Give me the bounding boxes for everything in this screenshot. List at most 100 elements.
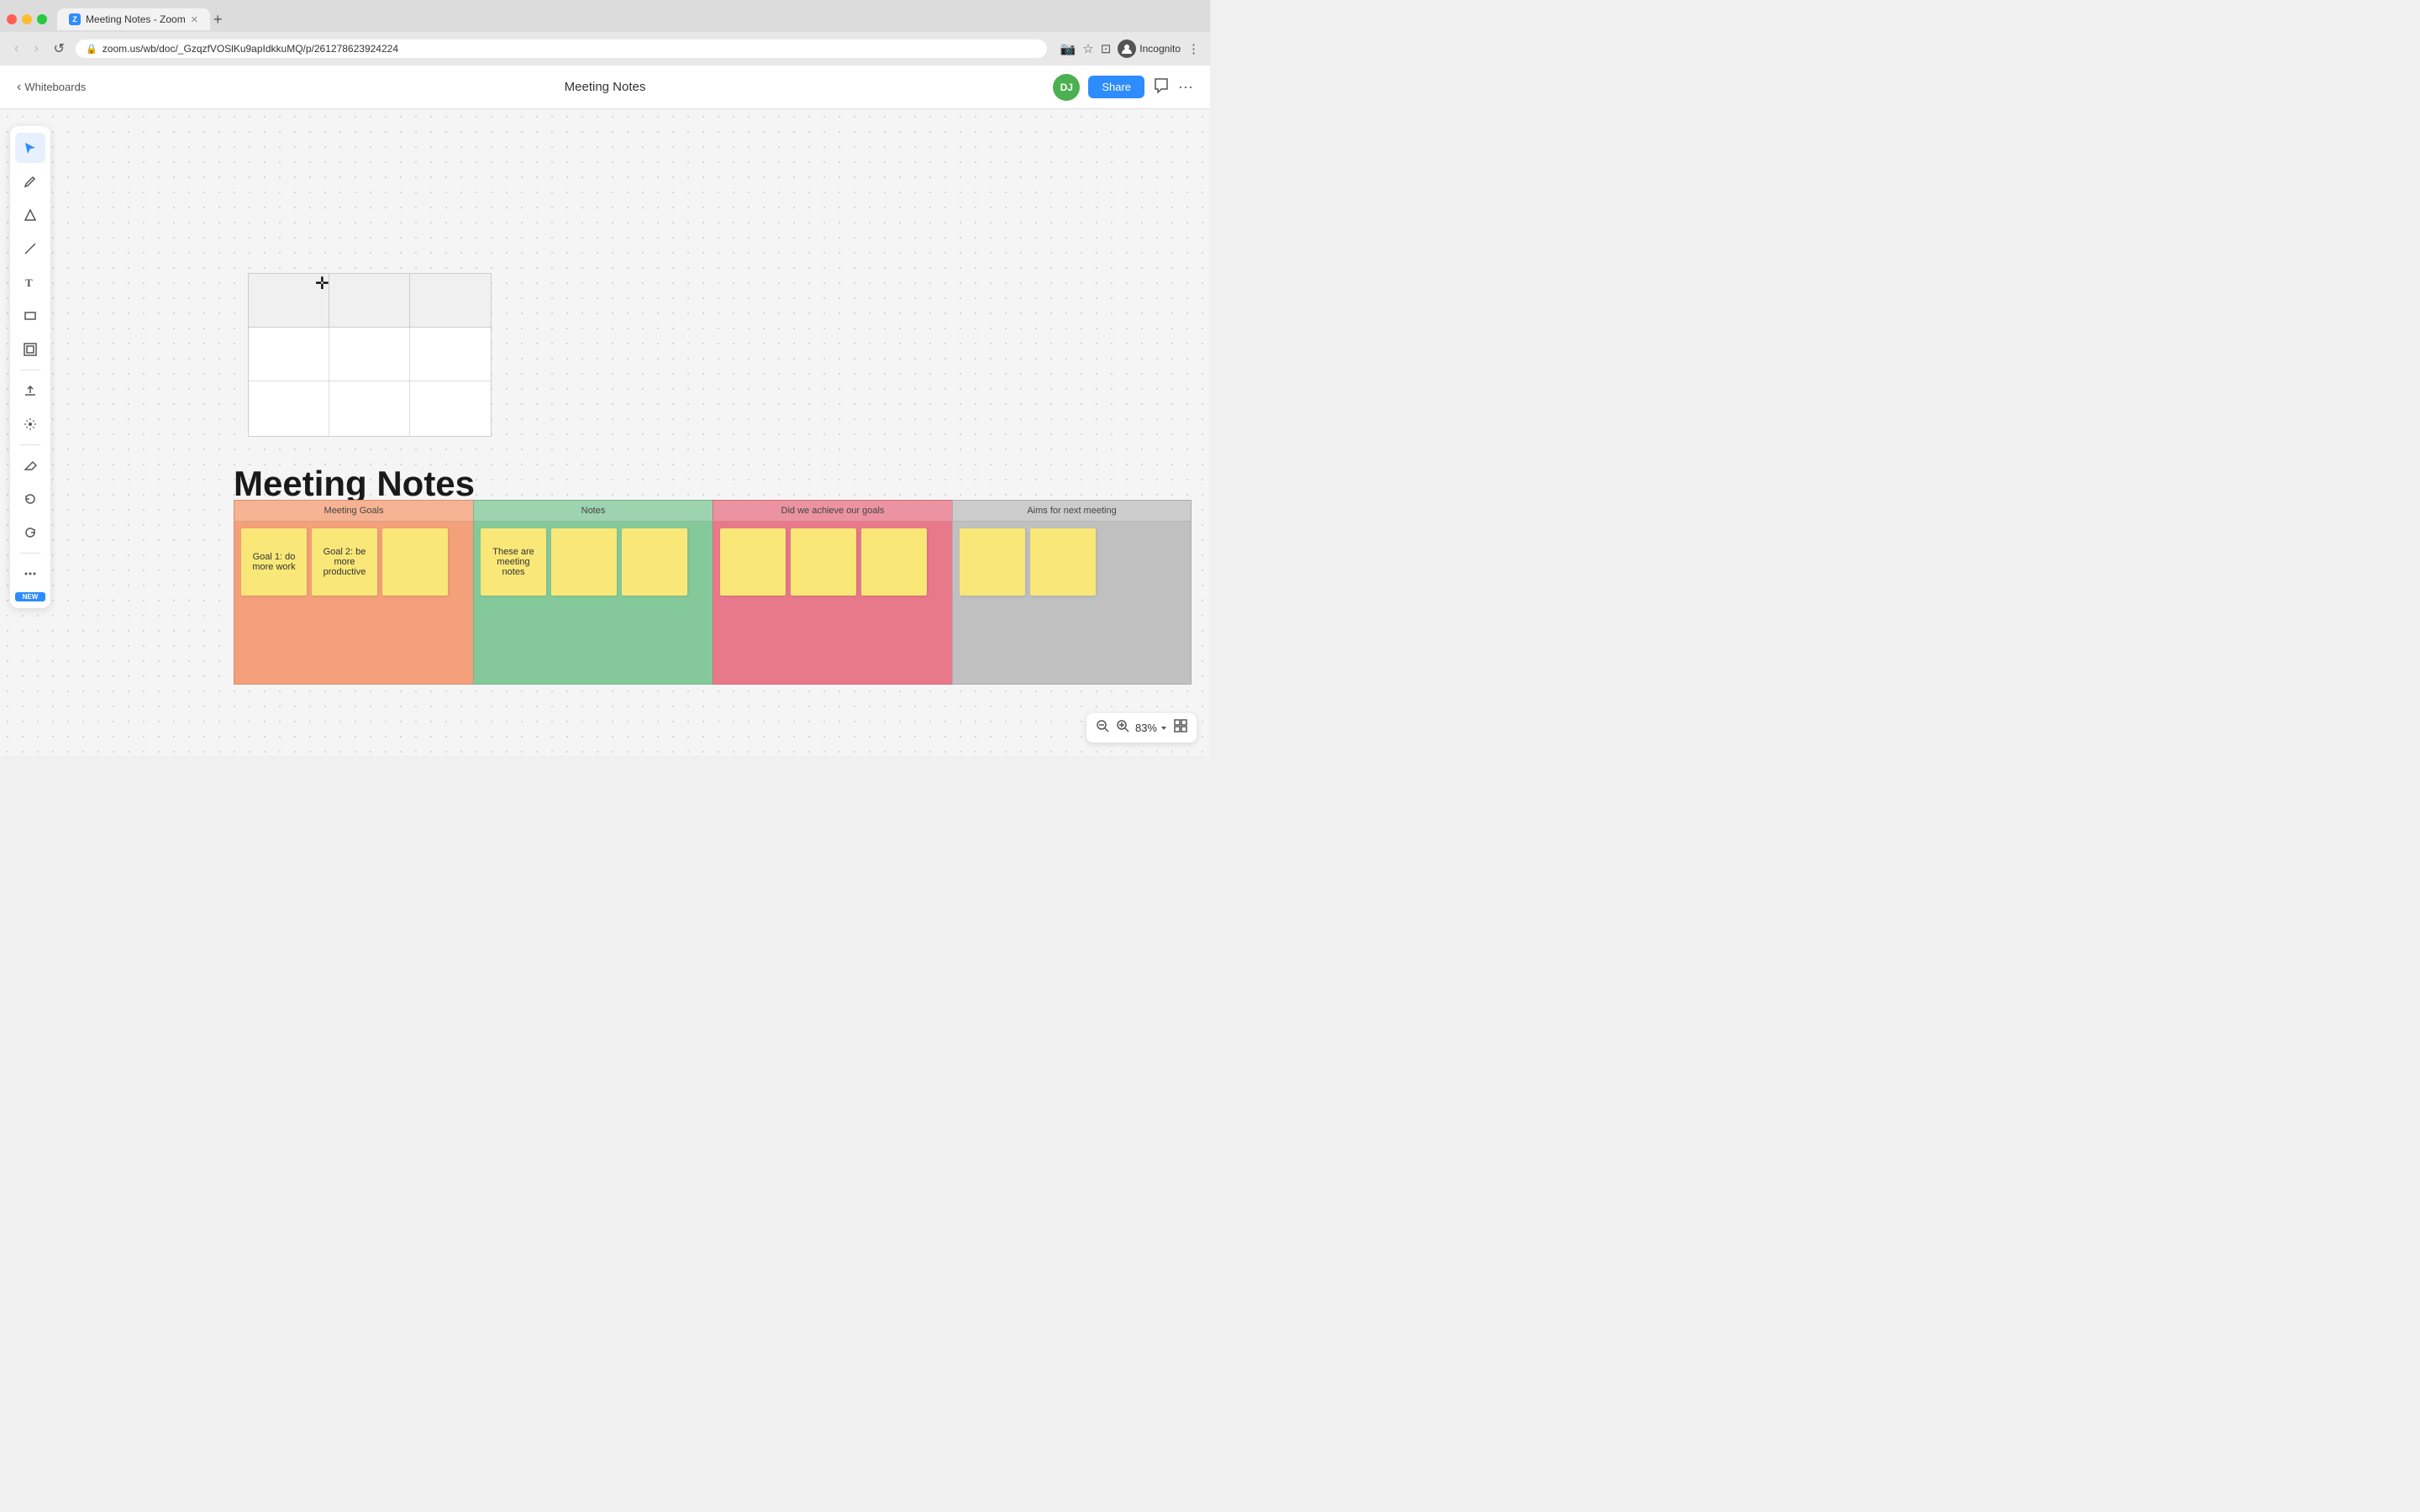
split-view-icon[interactable]: ⊡: [1101, 41, 1112, 56]
comment-button[interactable]: [1153, 76, 1170, 97]
document-title: Meeting Notes: [565, 80, 646, 94]
meeting-goals-section: Meeting Goals Goal 1: do more work Goal …: [234, 500, 473, 685]
aims-cards: [953, 522, 1191, 684]
table-cell-2-1[interactable]: [249, 381, 329, 436]
select-tool-button[interactable]: [15, 133, 45, 163]
meeting-goals-cards: Goal 1: do more work Goal 2: be more pro…: [234, 522, 473, 684]
browser-chrome: Z Meeting Notes - Zoom ✕ + ‹ › ↺ 🔒 zoom.…: [0, 0, 1210, 66]
text-tool-button[interactable]: T: [15, 267, 45, 297]
header-actions: DJ Share ···: [1053, 74, 1193, 101]
achievements-header: Did we achieve our goals: [713, 501, 952, 522]
upload-tool-button[interactable]: [15, 375, 45, 406]
back-label: Whiteboards: [24, 81, 86, 93]
achievements-section: Did we achieve our goals: [713, 500, 952, 685]
camera-off-icon[interactable]: 📷: [1060, 41, 1076, 56]
table-row-2: [249, 381, 491, 436]
table-cell-1-3[interactable]: [410, 328, 491, 381]
table-header-cell-1: [249, 274, 329, 327]
line-tool-button[interactable]: [15, 234, 45, 264]
meeting-goals-header: Meeting Goals: [234, 501, 473, 522]
forward-button[interactable]: ›: [29, 39, 42, 58]
redo-button[interactable]: [15, 517, 45, 548]
canvas-content: ✛ Meeting Notes Meeting Goals Goal 1: do…: [0, 109, 1210, 756]
browser-menu-button[interactable]: ⋮: [1187, 41, 1200, 56]
goal-card-1[interactable]: Goal 1: do more work: [241, 528, 307, 596]
tab-title: Meeting Notes - Zoom: [86, 13, 186, 25]
grid-view-button[interactable]: [1173, 718, 1188, 738]
traffic-lights: [7, 14, 47, 24]
zoom-out-button[interactable]: [1095, 718, 1110, 738]
aims-section: Aims for next meeting: [952, 500, 1192, 685]
notes-header: Notes: [474, 501, 713, 522]
canvas-area: T: [0, 109, 1210, 756]
rectangle-tool-button[interactable]: [15, 301, 45, 331]
zoom-level-display[interactable]: 83%: [1135, 722, 1168, 734]
aims-header: Aims for next meeting: [953, 501, 1191, 522]
user-avatar[interactable]: DJ: [1053, 74, 1080, 101]
close-traffic-light[interactable]: [7, 14, 17, 24]
tab-bar: Z Meeting Notes - Zoom ✕ +: [0, 0, 1210, 32]
back-arrow-icon: ‹: [17, 80, 21, 95]
draw-tool-button[interactable]: [15, 166, 45, 197]
table-widget[interactable]: [248, 273, 492, 437]
shape-tool-button[interactable]: [15, 200, 45, 230]
more-tools-button[interactable]: [15, 559, 45, 589]
table-cell-2-2[interactable]: [329, 381, 410, 436]
achievement-card-3[interactable]: [861, 528, 927, 596]
incognito-button[interactable]: Incognito: [1118, 39, 1181, 58]
achievements-cards: [713, 522, 952, 684]
note-card-2[interactable]: [551, 528, 617, 596]
table-body: [249, 328, 491, 436]
note-card-3[interactable]: [622, 528, 687, 596]
address-bar[interactable]: 🔒 zoom.us/wb/doc/_GzqzfVOSlKu9apIdkkuMQ/…: [76, 39, 1047, 58]
incognito-label: Incognito: [1139, 43, 1181, 55]
tab-close-button[interactable]: ✕: [191, 14, 198, 25]
zoom-controls: 83%: [1086, 713, 1197, 743]
goal-card-2[interactable]: Goal 2: be more productive: [312, 528, 377, 596]
address-bar-row: ‹ › ↺ 🔒 zoom.us/wb/doc/_GzqzfVOSlKu9apId…: [0, 32, 1210, 66]
table-cell-1-2[interactable]: [329, 328, 410, 381]
table-row-1: [249, 328, 491, 382]
table-header-cell-2: [329, 274, 410, 327]
new-badge-container: NEW: [15, 592, 45, 601]
table-cell-1-1[interactable]: [249, 328, 329, 381]
lock-icon: 🔒: [86, 44, 97, 55]
toolbar-divider-3: [20, 553, 40, 554]
share-button[interactable]: Share: [1088, 76, 1144, 98]
undo-button[interactable]: [15, 484, 45, 514]
zoom-in-button[interactable]: [1115, 718, 1130, 738]
back-to-whiteboards-button[interactable]: ‹ Whiteboards: [17, 80, 86, 95]
incognito-avatar: [1118, 39, 1136, 58]
zoom-percentage: 83%: [1135, 722, 1157, 734]
bookmark-icon[interactable]: ☆: [1082, 41, 1093, 56]
svg-text:T: T: [25, 276, 33, 289]
notes-section: Notes These are meeting notes: [473, 500, 713, 685]
table-cell-2-3[interactable]: [410, 381, 491, 436]
maximize-traffic-light[interactable]: [37, 14, 47, 24]
reload-button[interactable]: ↺: [50, 39, 69, 59]
more-options-button[interactable]: ···: [1178, 78, 1193, 96]
goal-card-3[interactable]: [382, 528, 448, 596]
new-badge: NEW: [15, 592, 45, 601]
minimize-traffic-light[interactable]: [22, 14, 32, 24]
achievement-card-1[interactable]: [720, 528, 786, 596]
aim-card-2[interactable]: [1030, 528, 1096, 596]
table-header-row: [249, 274, 491, 328]
frame-tool-button[interactable]: [15, 334, 45, 365]
note-card-1[interactable]: These are meeting notes: [481, 528, 546, 596]
active-tab[interactable]: Z Meeting Notes - Zoom ✕: [57, 8, 210, 30]
back-button[interactable]: ‹: [10, 39, 23, 58]
left-toolbar: T: [10, 126, 50, 608]
browser-actions: 📷 ☆ ⊡ Incognito ⋮: [1060, 39, 1200, 58]
ai-tool-button[interactable]: [15, 409, 45, 439]
achievement-card-2[interactable]: [791, 528, 856, 596]
aim-card-1[interactable]: [960, 528, 1025, 596]
board-title: Meeting Notes: [234, 464, 475, 504]
new-tab-button[interactable]: +: [213, 11, 223, 29]
notes-board: Meeting Goals Goal 1: do more work Goal …: [234, 500, 1192, 685]
eraser-tool-button[interactable]: [15, 450, 45, 480]
notes-cards: These are meeting notes: [474, 522, 713, 684]
toolbar-divider-2: [20, 444, 40, 445]
table-header-cell-3: [410, 274, 491, 327]
app-header: ‹ Whiteboards Meeting Notes DJ Share ···: [0, 66, 1210, 109]
